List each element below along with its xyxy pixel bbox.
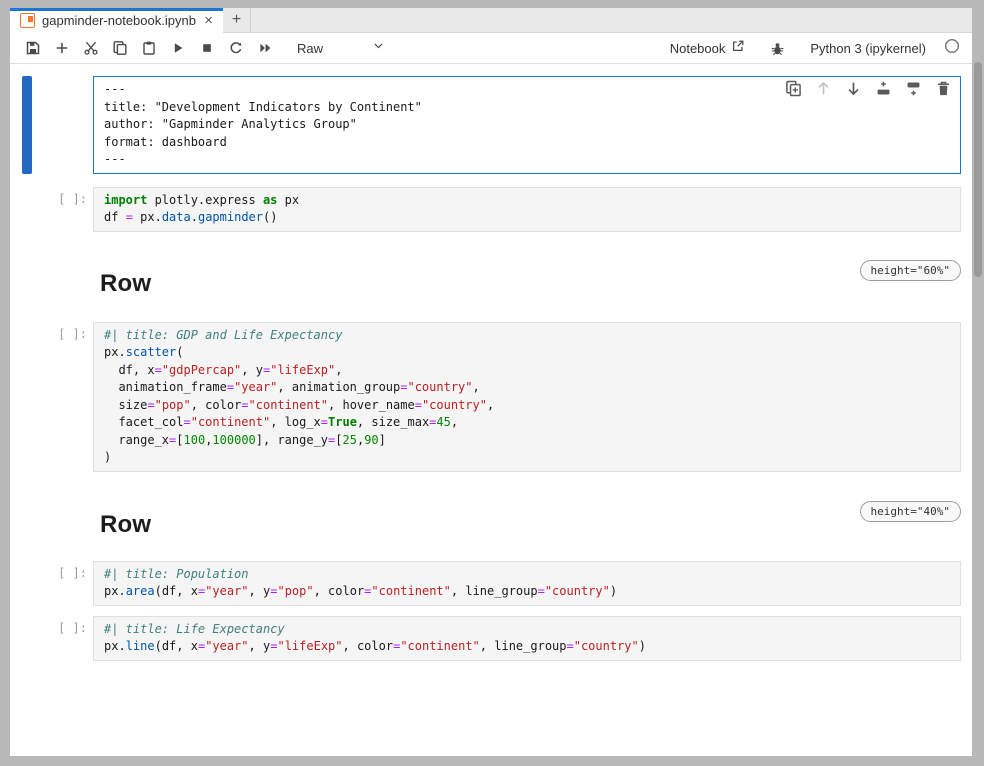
cell-attribute-badge: height="60%" bbox=[860, 260, 961, 281]
move-cell-down-button[interactable] bbox=[845, 83, 862, 100]
code-line: px.scatter( bbox=[104, 344, 950, 362]
execution-prompt: [ ]: bbox=[10, 322, 93, 341]
insert-cell-below-button[interactable] bbox=[905, 83, 922, 100]
insert-cell-above-icon bbox=[875, 80, 892, 103]
code-cell: [ ]:import plotly.express as pxdf = px.d… bbox=[10, 187, 961, 232]
execution-prompt: [ ]: bbox=[10, 616, 93, 635]
toolbar-right-group: Notebook Python 3 (ipykernel) bbox=[670, 35, 960, 61]
code-line: px.area(df, x="year", y="pop", color="co… bbox=[104, 583, 950, 601]
raw-line: author: "Gapminder Analytics Group" bbox=[104, 116, 950, 134]
notebook-toolbar: Raw Notebook Python 3 (ipykernel) bbox=[10, 33, 972, 64]
jupyterlab-window: gapminder-notebook.ipynb × + bbox=[10, 8, 972, 756]
restart-run-all-button[interactable] bbox=[250, 35, 279, 61]
code-line: size="pop", color="continent", hover_nam… bbox=[104, 397, 950, 415]
code-cell-editor[interactable]: #| title: Life Expectancypx.line(df, x="… bbox=[93, 616, 961, 661]
code-cell-editor[interactable]: #| title: GDP and Life Expectancypx.scat… bbox=[93, 322, 961, 472]
chevron-down-icon bbox=[372, 39, 385, 57]
code-line: #| title: Population bbox=[104, 566, 950, 584]
code-line: #| title: GDP and Life Expectancy bbox=[104, 327, 950, 345]
vertical-scrollbar-thumb[interactable] bbox=[974, 62, 982, 277]
cell-type-value: Raw bbox=[297, 41, 323, 56]
restart-run-all-icon bbox=[257, 40, 273, 56]
cell-collapser[interactable] bbox=[22, 76, 32, 174]
code-cell: [ ]:#| title: GDP and Life Expectancypx.… bbox=[10, 322, 961, 472]
run-icon bbox=[170, 40, 186, 56]
markdown-cell[interactable]: Row height="60%" bbox=[10, 260, 961, 298]
paste-cell-icon bbox=[141, 40, 157, 56]
cut-cell-button[interactable] bbox=[76, 35, 105, 61]
copy-cell-button[interactable] bbox=[105, 35, 134, 61]
code-line: animation_frame="year", animation_group=… bbox=[104, 379, 950, 397]
move-cell-down-icon bbox=[845, 80, 862, 103]
notebook-button-label: Notebook bbox=[670, 41, 726, 56]
code-line: df = px.data.gapminder() bbox=[104, 209, 950, 227]
cell-toolbar bbox=[785, 83, 952, 100]
notebook-panel: ---title: "Development Indicators by Con… bbox=[10, 64, 972, 756]
cells: ---title: "Development Indicators by Con… bbox=[10, 76, 972, 661]
restart-kernel-button[interactable] bbox=[221, 35, 250, 61]
save-button[interactable] bbox=[18, 35, 47, 61]
insert-cell-below-icon bbox=[905, 80, 922, 103]
external-link-icon bbox=[731, 39, 745, 58]
raw-cell: ---title: "Development Indicators by Con… bbox=[10, 76, 961, 174]
raw-cell-editor[interactable]: ---title: "Development Indicators by Con… bbox=[93, 76, 961, 174]
code-line: px.line(df, x="year", y="lifeExp", color… bbox=[104, 638, 950, 656]
section-heading: Row bbox=[100, 270, 151, 298]
open-in-notebook-button[interactable]: Notebook bbox=[670, 39, 746, 58]
code-cell-editor[interactable]: import plotly.express as pxdf = px.data.… bbox=[93, 187, 961, 232]
active-tab-indicator bbox=[10, 8, 223, 11]
code-line: #| title: Life Expectancy bbox=[104, 621, 950, 639]
raw-line: --- bbox=[104, 151, 950, 169]
raw-line: format: dashboard bbox=[104, 134, 950, 152]
code-line: df, x="gdpPercap", y="lifeExp", bbox=[104, 362, 950, 380]
bug-icon bbox=[770, 41, 785, 56]
insert-cell-above-button[interactable] bbox=[875, 83, 892, 100]
new-launcher-button[interactable]: + bbox=[223, 8, 251, 32]
code-line: import plotly.express as px bbox=[104, 192, 950, 210]
execution-prompt: [ ]: bbox=[10, 187, 93, 206]
code-line: range_x=[100,100000], range_y=[25,90] bbox=[104, 432, 950, 450]
execution-prompt: [ ]: bbox=[10, 561, 93, 580]
delete-cell-button[interactable] bbox=[935, 83, 952, 100]
kernel-selector[interactable]: Python 3 (ipykernel) bbox=[810, 41, 926, 56]
cut-cell-icon bbox=[83, 40, 99, 56]
interrupt-kernel-button[interactable] bbox=[192, 35, 221, 61]
tab-gapminder-notebook[interactable]: gapminder-notebook.ipynb × bbox=[10, 8, 223, 33]
restart-kernel-icon bbox=[228, 40, 244, 56]
run-cell-button[interactable] bbox=[163, 35, 192, 61]
interrupt-kernel-icon bbox=[199, 40, 215, 56]
cell-type-dropdown[interactable]: Raw bbox=[297, 39, 385, 57]
tab-title: gapminder-notebook.ipynb bbox=[42, 13, 198, 28]
move-cell-up-icon bbox=[815, 80, 832, 103]
add-cell-icon bbox=[54, 40, 70, 56]
copy-cell-icon bbox=[112, 40, 128, 56]
section-heading: Row bbox=[100, 511, 151, 539]
save-icon bbox=[25, 40, 41, 56]
duplicate-cell-icon bbox=[785, 80, 802, 103]
close-tab-icon[interactable]: × bbox=[204, 13, 213, 28]
markdown-cell[interactable]: Row height="40%" bbox=[10, 501, 961, 539]
code-cell-editor[interactable]: #| title: Populationpx.area(df, x="year"… bbox=[93, 561, 961, 606]
cell-attribute-badge: height="40%" bbox=[860, 501, 961, 522]
code-line: ) bbox=[104, 449, 950, 467]
debugger-button[interactable] bbox=[763, 35, 792, 61]
notebook-file-icon bbox=[20, 13, 35, 28]
paste-cell-button[interactable] bbox=[134, 35, 163, 61]
kernel-idle-circle-icon bbox=[944, 38, 960, 59]
tab-bar: gapminder-notebook.ipynb × + bbox=[10, 8, 972, 33]
code-line: facet_col="continent", log_x=True, size_… bbox=[104, 414, 950, 432]
duplicate-cell-button[interactable] bbox=[785, 83, 802, 100]
insert-cell-button[interactable] bbox=[47, 35, 76, 61]
code-cell: [ ]:#| title: Populationpx.area(df, x="y… bbox=[10, 561, 961, 606]
move-cell-up-button bbox=[815, 83, 832, 100]
code-cell: [ ]:#| title: Life Expectancypx.line(df,… bbox=[10, 616, 961, 661]
delete-cell-icon bbox=[935, 80, 952, 103]
